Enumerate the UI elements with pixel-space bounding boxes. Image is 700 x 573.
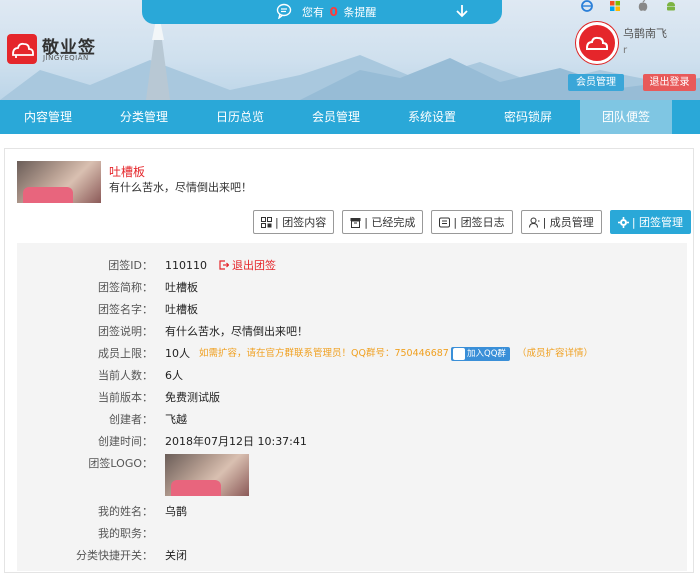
nav-settings[interactable]: 系统设置 [384,100,480,134]
tab-team-log[interactable]: | 团签日志 [431,210,513,234]
team-tabs: | 团签内容 | 已经完成 | 团签日志 | 成员管理 | 团签管理 [253,210,692,234]
user-icon [528,217,540,228]
row-creator: 创建者： 飞越 [109,413,187,426]
nav-members[interactable]: 会员管理 [288,100,384,134]
exit-team-link[interactable]: 退出团签 [219,256,276,276]
user-name: 乌鹊南飞 [623,27,667,40]
tab-completed[interactable]: | 已经完成 [342,210,424,234]
apple-icon[interactable] [637,0,649,12]
team-thumbnail [17,161,101,203]
tab-team-content[interactable]: | 团签内容 [253,210,335,234]
user-avatar[interactable] [576,22,618,64]
row-description: 团签说明： 有什么苦水，尽情倒出来吧！ [98,325,308,338]
row-category-shortcut: 分类快捷开关： 关闭 [17,546,687,566]
row-member-limit: 成员上限： 10人 如需扩容，请在官方群联系管理员！QQ群号：750446687… [17,344,687,364]
nav-team-notes[interactable]: 团队便签 [580,100,672,134]
team-title[interactable]: 吐槽板 [109,163,145,180]
team-details: 团签ID： 110110 退出团签 团签简称： 吐槽板 团签名字： 吐槽板 团签… [17,243,687,571]
ie-icon[interactable] [581,0,593,12]
join-qq-group-button[interactable]: 加入QQ群 [451,347,510,361]
arrow-down-icon[interactable] [454,3,470,19]
nav-calendar[interactable]: 日历总览 [192,100,288,134]
platform-icons [581,0,697,14]
archive-icon [350,217,361,228]
row-version: 当前版本： 免费测试版 [98,391,220,404]
team-panel: 吐槽板 有什么苦水，尽情倒出来吧！ | 团签内容 | 已经完成 | 团签日志 |… [4,148,694,573]
expand-hint: 如需扩容，请在官方群联系管理员！QQ群号：750446687 [199,348,449,359]
row-my-name: 我的姓名： 乌鹊 [98,505,187,518]
row-created-time: 创建时间： 2018年07月12日 10:37:41 [98,435,307,448]
row-team-logo: 团签LOGO： [17,454,687,498]
row-short-name: 团签简称： 吐槽板 [98,281,198,294]
shortcut-toggle-value[interactable]: 关闭 [165,546,187,566]
team-id-value: 110110 [165,259,207,272]
notification-count: 0 [329,5,338,19]
android-icon[interactable] [665,0,677,12]
notification-bar[interactable]: 您有 0 条提醒 [142,0,502,24]
team-logo-image [165,454,249,496]
notification-text: 您有 0 条提醒 [302,5,377,19]
row-current-count: 当前人数： 6人 [98,369,183,382]
row-my-role: 我的职务： [98,527,153,540]
grid-icon [261,216,272,228]
nav-password-lock[interactable]: 密码锁屏 [480,100,576,134]
row-team-id: 团签ID： 110110 退出团签 [17,256,687,276]
header: 您有 0 条提醒 敬业签 JINGYEQIAN 乌鹊南飞 r 会员管理 退出登录 [0,0,700,100]
qq-icon [453,348,465,360]
nav-category[interactable]: 分类管理 [96,100,192,134]
exit-icon [219,260,229,270]
user-extra: r [623,45,628,56]
tab-member-management[interactable]: | 成员管理 [520,210,602,234]
log-icon [439,217,451,227]
main-nav: 内容管理 分类管理 日历总览 会员管理 系统设置 密码锁屏 团队便签 [0,100,700,134]
windows-icon[interactable] [609,0,621,12]
member-management-button[interactable]: 会员管理 [568,74,624,91]
cloud-logo-icon [12,42,34,58]
chat-bubble-icon [276,3,292,19]
tab-team-management[interactable]: | 团签管理 [609,210,692,234]
gear-icon [617,216,629,228]
cloud-avatar-icon [586,36,608,50]
nav-content[interactable]: 内容管理 [0,100,96,134]
logout-button[interactable]: 退出登录 [643,74,696,91]
expand-details-link[interactable]: （成员扩容详情） [517,344,593,364]
brand-logo[interactable] [7,34,37,64]
row-team-name: 团签名字： 吐槽板 [98,303,198,316]
brand-subtitle: JINGYEQIAN [43,54,89,62]
team-description: 有什么苦水，尽情倒出来吧！ [109,181,252,194]
